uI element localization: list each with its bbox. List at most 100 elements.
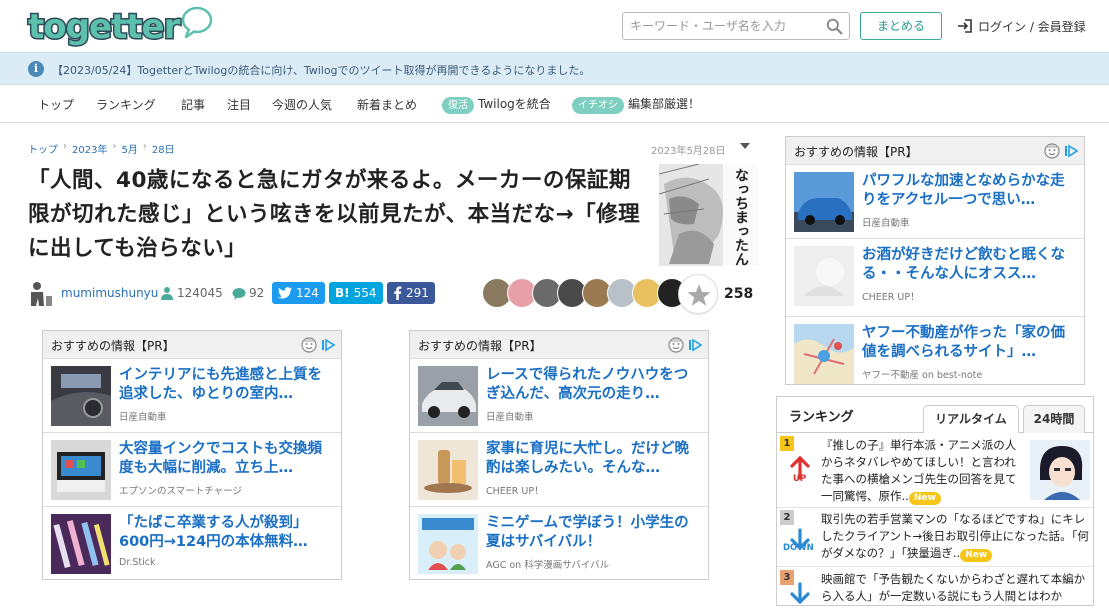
chevron-down-icon[interactable] (740, 143, 750, 149)
rank-direction: DOWN (783, 543, 814, 553)
pr-label: おすすめの情報【PR】 (51, 339, 175, 353)
create-matome-button[interactable]: まとめる (860, 12, 942, 40)
pr-item-title: 家事に育児に大忙し。だけど晩酌は楽しみたい。そんな… (486, 441, 689, 476)
author-name[interactable]: mumimushunyu (61, 286, 158, 300)
pr-header: おすすめの情報【PR】 (786, 137, 1084, 165)
breadcrumb-sep-icon: › (142, 141, 147, 152)
pr-item[interactable]: 大容量インクでコストも交換頻度も大幅に削減。立ち上… エプソンのスマートチャージ (43, 433, 341, 507)
pr-item-source: エプソンのスマートチャージ (119, 486, 242, 497)
breadcrumb-day[interactable]: 28日 (152, 141, 175, 156)
search-input[interactable] (623, 13, 819, 39)
adchoices-icon[interactable] (321, 338, 335, 352)
nav-item-ranking[interactable]: ランキング (96, 96, 156, 113)
tab-realtime[interactable]: リアルタイム (923, 405, 1019, 433)
pr-item-title: 大容量インクでコストも交換頻度も大幅に削減。立ち上… (119, 441, 322, 476)
comment-icon (232, 287, 246, 300)
pr-item-title: インテリアにも先進感と上質を追求した、ゆとりの室内… (119, 367, 322, 402)
revival-badge: 復活 (442, 97, 474, 114)
nav-item-weekly-popular[interactable]: 今週の人気 (272, 96, 332, 113)
nav-item-top[interactable]: トップ (38, 96, 74, 113)
twitter-share-button[interactable]: 124 (272, 282, 325, 304)
favorite-button[interactable] (678, 274, 718, 314)
nav-item-articles[interactable]: 記事 (181, 96, 205, 113)
ranking-item-title: 『推しの子』単行本派・アニメ派の人からネタバレやめてほしい！と言われた事への横槍… (821, 437, 1025, 505)
face-icon[interactable] (1044, 143, 1060, 159)
login-icon (958, 19, 972, 33)
pr-item[interactable]: ミニゲームで学ぼう！小学生の夏はサバイバル！ AGC on 科学漫画サバイバル (410, 507, 708, 581)
pr-item[interactable]: パワフルな加速となめらかな走りをアクセル一つで思い… 日産自動車 (786, 165, 1084, 239)
article-date: 2023年5月28日 (651, 146, 726, 157)
view-count: 124045 (160, 286, 223, 300)
new-badge: New (960, 549, 993, 562)
article-thumbnail[interactable]: なっちまったんだ (659, 164, 759, 266)
face-icon[interactable] (301, 337, 317, 353)
ranking-label: ランキング (789, 410, 854, 425)
nav-item-featured[interactable]: 注目 (227, 96, 251, 113)
pr-item[interactable]: お酒が好きだけど飲むと眠くなる・・そんな人にオスス… CHEER UP！ (786, 239, 1084, 317)
pr-header: おすすめの情報【PR】 (410, 331, 708, 359)
ranking-item[interactable]: 3 映画館で「予告観たくないからわざと遅れて本編から入る人」が一定数いる説にもう… (777, 568, 1093, 608)
pr-item-image (418, 440, 478, 500)
facebook-icon (394, 286, 402, 300)
view-count-value: 124045 (177, 286, 223, 300)
author-avatar[interactable] (28, 280, 54, 308)
search-box (622, 12, 850, 40)
ranking-item[interactable]: 2 DOWN 取引先の若手営業マンの「なるほどですね」にキレしたクライアント→後… (777, 508, 1093, 567)
pr-item[interactable]: 「たばこ卒業する人が殺到」600円→124円の本体無料… Dr.Stick (43, 507, 341, 581)
togetter-logo[interactable]: togetter (26, 4, 216, 49)
pr-item[interactable]: 家事に育児に大忙し。だけど晩酌は楽しみたい。そんな… CHEER UP！ (410, 433, 708, 507)
ranking-item-title: 取引先の若手営業マンの「なるほどですね」にキレしたクライアント→後日お取引停止に… (821, 511, 1089, 562)
nav-item-new[interactable]: 新着まとめ (357, 96, 417, 113)
notice-text[interactable]: 【2023/05/24】TogetterとTwilogの統合に向け、Twilog… (52, 62, 590, 78)
pr-item-image (794, 172, 854, 232)
breadcrumb-sep-icon: › (112, 141, 117, 152)
arrow-down-icon (790, 582, 810, 605)
hatena-count: 554 (353, 286, 377, 300)
comment-count[interactable]: 92 (232, 286, 264, 300)
pr-item-source: CHEER UP！ (486, 486, 544, 497)
search-icon[interactable] (826, 18, 843, 35)
thumbnail-caption: なっちまったんだ (733, 168, 749, 266)
breadcrumb: トップ › 2023年 › 5月 › 28日 (28, 141, 175, 156)
pr-item-source: Dr.Stick (119, 557, 156, 568)
author-row: mumimushunyu 124045 92 124 B! 554 291 25… (28, 274, 768, 314)
article-title: 「人間、40歳になると急にガタが来るよ。メーカーの保証期限が切れた感じ」という呟… (28, 168, 641, 261)
pr-label: おすすめの情報【PR】 (418, 339, 542, 353)
pr-item[interactable]: レースで得られたノウハウをつぎ込んだ、高次元の走り… 日産自動車 (410, 359, 708, 433)
adchoices-icon[interactable] (688, 338, 702, 352)
breadcrumb-year[interactable]: 2023年 (72, 141, 107, 156)
site-header: togetter まとめる ログイン / 会員登録 (0, 0, 1109, 52)
adchoices-icon[interactable] (1064, 144, 1078, 158)
pr-item[interactable]: ヤフー不動産が作った「家の価値を調べられるサイト」… ヤフー不動産 on bes… (786, 317, 1084, 385)
face-icon[interactable] (668, 337, 684, 353)
facebook-count: 291 (406, 286, 429, 300)
facebook-share-button[interactable]: 291 (387, 282, 435, 304)
star-icon (687, 284, 711, 306)
new-badge: New (908, 492, 941, 505)
twitter-count: 124 (296, 286, 319, 300)
pr-label: おすすめの情報【PR】 (794, 145, 918, 159)
user-icon (161, 287, 173, 300)
login-label: ログイン / 会員登録 (978, 19, 1086, 34)
pr-item-source: AGC on 科学漫画サバイバル (486, 560, 610, 571)
pr-header: おすすめの情報【PR】 (43, 331, 341, 359)
tab-24h[interactable]: 24時間 (1023, 405, 1085, 433)
pr-box-middle: おすすめの情報【PR】 レースで得られたノウハウをつぎ込んだ、高次元の走り… 日… (409, 330, 709, 580)
pr-item[interactable]: インテリアにも先進感と上質を追求した、ゆとりの室内… 日産自動車 (43, 359, 341, 433)
rank-number: 1 (780, 436, 794, 451)
info-icon: i (28, 61, 44, 77)
notice-bar: i 【2023/05/24】TogetterとTwilogの統合に向け、Twil… (0, 52, 1109, 85)
breadcrumb-sep-icon: › (63, 141, 67, 152)
login-link[interactable]: ログイン / 会員登録 (956, 15, 1086, 37)
ranking-item[interactable]: 1 UP 『推しの子』単行本派・アニメ派の人からネタバレやめてほしい！と言われた… (777, 434, 1093, 508)
hatena-bookmark-button[interactable]: B! 554 (329, 282, 383, 304)
nav-item-twilog[interactable]: 復活 Twilogを統合 (442, 95, 551, 114)
twitter-icon (278, 287, 292, 299)
main-nav: トップ ランキング 記事 注目 今週の人気 新着まとめ 復活 Twilogを統合 … (0, 86, 1109, 123)
rank-number: 2 (780, 510, 794, 525)
pr-item-title: ヤフー不動産が作った「家の価値を調べられるサイト」… (862, 325, 1065, 360)
breadcrumb-month[interactable]: 5月 (121, 141, 137, 156)
breadcrumb-top[interactable]: トップ (28, 141, 58, 156)
nav-item-editor-pick[interactable]: イチオシ 編集部厳選！ (572, 95, 700, 114)
nav-editor-label: 編集部厳選！ (628, 97, 701, 111)
